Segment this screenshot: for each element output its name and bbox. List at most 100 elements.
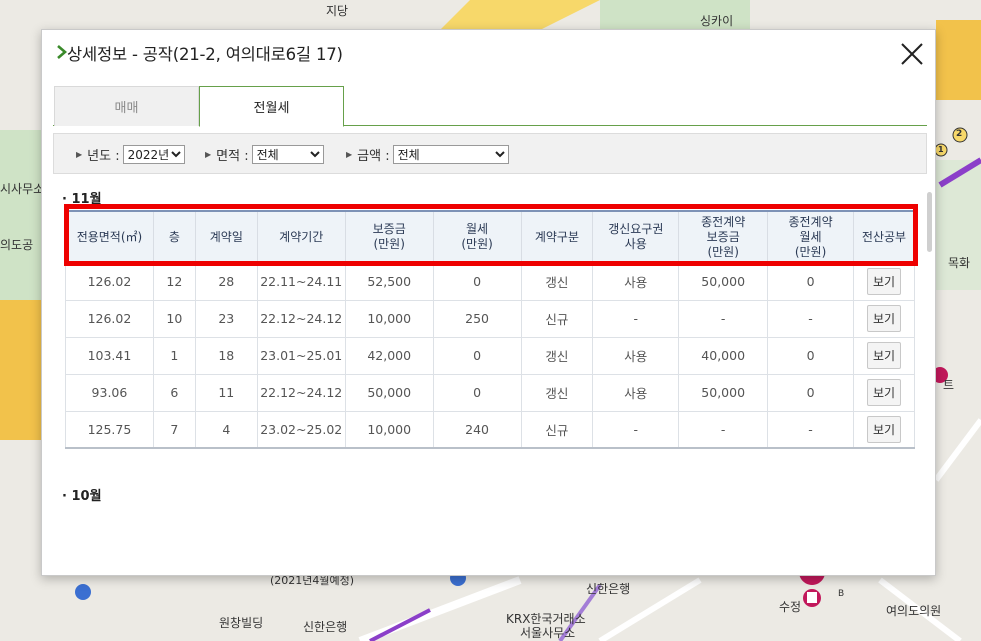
cell-monthly: 0	[432, 262, 522, 301]
header-text: 계약기간	[279, 229, 324, 244]
map-label-office: 시사무소	[0, 182, 45, 196]
cell-area: 93.06	[65, 373, 154, 412]
header-row: 전용면적(㎡) 층 계약일 계약기간 보증금 (만원) 월세 (만원) 계약구분 갱…	[65, 210, 916, 264]
cell-prev-deposit: -	[678, 410, 769, 449]
close-icon[interactable]	[899, 41, 925, 67]
cell-contract-day: 18	[194, 336, 258, 375]
header-text: 종전계약	[701, 214, 746, 229]
header-area: 전용면적(㎡)	[65, 210, 154, 264]
header-period: 계약기간	[256, 210, 346, 264]
modal-header: 상세정보 - 공작(21-2, 여의대로6길 17)	[42, 30, 935, 78]
cell-prev-deposit: -	[678, 299, 769, 338]
year-filter-label: 년도 :	[87, 149, 120, 164]
view-button[interactable]: 보기	[866, 415, 901, 443]
area-select[interactable]: 전체	[251, 145, 324, 164]
scrollbar-thumb[interactable]	[927, 192, 932, 252]
view-button[interactable]: 보기	[866, 379, 901, 406]
header-text: 전용면적(㎡)	[76, 229, 143, 244]
header-registry: 전산공부	[852, 210, 916, 264]
cell-deposit: 50,000	[344, 373, 434, 412]
table-header: 전용면적(㎡) 층 계약일 계약기간 보증금 (만원) 월세 (만원) 계약구분 갱…	[65, 210, 916, 264]
map-label-shinhan-2: 신한은행	[303, 620, 348, 634]
cell-contract-day: 28	[194, 262, 258, 301]
table-row: 126.02 10 23 22.12~24.12 10,000 250 신규 -…	[65, 299, 916, 338]
cell-prev-monthly: 0	[767, 262, 854, 301]
cell-monthly: 0	[432, 373, 522, 412]
cell-monthly: 240	[432, 410, 522, 449]
cell-renewal-right: -	[592, 410, 680, 449]
cell-area: 103.41	[65, 336, 154, 375]
month-label: 10월	[71, 489, 102, 504]
map-label-sujeong: 수정	[779, 600, 802, 614]
cell-type: 신규	[520, 410, 594, 449]
map-label-sinkai: 싱카이	[700, 14, 734, 28]
cell-renewal-right: 사용	[592, 373, 680, 412]
cell-type: 갱신	[520, 336, 594, 375]
header-text: (만원)	[707, 244, 739, 259]
header-text: (만원)	[794, 244, 827, 259]
year-select[interactable]: 2022년	[122, 145, 185, 164]
map-label-shinhan-1: 신한은행	[586, 582, 631, 596]
header-deposit: 보증금 (만원)	[344, 210, 434, 264]
header-text: 보증금	[372, 222, 406, 237]
triangle-icon: ▶	[76, 150, 83, 159]
cell-period: 22.11~24.11	[256, 262, 346, 301]
cell-area: 126.02	[65, 299, 154, 338]
cell-prev-deposit: 50,000	[678, 262, 769, 301]
scroll-content[interactable]: · 11월 전용면적(㎡) 층 계약일 계약기간 보증금 (만원) 월세 (만원) …	[53, 182, 932, 570]
cell-floor: 1	[152, 336, 196, 375]
price-select[interactable]: 전체	[392, 145, 509, 164]
map-label-subway-1: 1	[938, 145, 944, 154]
cell-contract-day: 23	[194, 299, 258, 338]
cell-contract-day: 11	[194, 373, 258, 412]
tab-sale[interactable]: 매매	[54, 86, 199, 126]
table-row: 93.06 6 11 22.12~24.12 50,000 0 갱신 사용 50…	[65, 373, 916, 412]
header-text: (만원)	[461, 237, 493, 252]
tab-bar: 매매 전월세	[53, 86, 927, 127]
month-label: 11월	[71, 192, 102, 207]
view-button[interactable]: 보기	[866, 342, 901, 369]
cell-monthly: 0	[432, 336, 522, 375]
table-row: 103.41 1 18 23.01~25.01 42,000 0 갱신 사용 4…	[65, 336, 916, 375]
cell-type: 신규	[520, 299, 594, 338]
view-button[interactable]: 보기	[866, 268, 901, 295]
cell-prev-monthly: 0	[767, 336, 854, 375]
header-floor: 층	[152, 210, 196, 264]
triangle-icon: ▶	[205, 150, 212, 159]
cell-floor: 12	[152, 262, 196, 301]
cell-renewal-right: 사용	[592, 336, 680, 375]
month-heading-november: · 11월	[62, 188, 102, 207]
table-row: 125.75 7 4 23.02~25.02 10,000 240 신규 - -…	[65, 410, 916, 449]
header-text: 보증금	[706, 229, 740, 244]
modal-title: 상세정보 - 공작(21-2, 여의대로6길 17)	[67, 45, 343, 64]
detail-modal: 상세정보 - 공작(21-2, 여의대로6길 17) 매매 전월세 ▶ 년도 :…	[41, 29, 936, 576]
cell-deposit: 52,500	[344, 262, 434, 301]
deals-table: 전용면적(㎡) 층 계약일 계약기간 보증금 (만원) 월세 (만원) 계약구분 갱…	[65, 210, 916, 449]
header-text: 전산공부	[861, 229, 907, 244]
cell-registry: 보기	[852, 299, 916, 338]
header-type: 계약구분	[520, 210, 594, 264]
header-prev-deposit: 종전계약 보증금 (만원)	[678, 210, 769, 264]
price-filter-label: 금액 :	[357, 149, 390, 164]
price-filter: ▶ 금액 : 전체	[346, 145, 509, 164]
map-label-marker-b: B	[838, 589, 845, 599]
cell-registry: 보기	[852, 262, 916, 301]
map-label-mokhwa: 목화	[948, 256, 971, 270]
cell-prev-monthly: 0	[767, 373, 854, 412]
cell-contract-day: 4	[194, 410, 258, 449]
cell-period: 22.12~24.12	[256, 299, 346, 338]
header-renewal-right: 갱신요구권 사용	[592, 210, 680, 264]
header-text: 월세	[799, 229, 822, 244]
cell-period: 22.12~24.12	[256, 373, 346, 412]
triangle-icon: ▶	[346, 150, 353, 159]
cell-registry: 보기	[852, 336, 916, 375]
cell-period: 23.01~25.01	[256, 336, 346, 375]
header-text: (만원)	[373, 237, 405, 252]
tab-rent[interactable]: 전월세	[199, 86, 344, 127]
table-body: 126.02 12 28 22.11~24.11 52,500 0 갱신 사용 …	[65, 262, 916, 449]
cell-registry: 보기	[852, 410, 916, 449]
filter-bar: ▶ 년도 : 2022년 ▶ 면적 : 전체 ▶ 금액 : 전체	[53, 133, 927, 174]
view-button[interactable]: 보기	[866, 305, 901, 332]
map-label-wonchang: 원창빌딩	[219, 616, 264, 630]
cell-deposit: 42,000	[344, 336, 434, 375]
